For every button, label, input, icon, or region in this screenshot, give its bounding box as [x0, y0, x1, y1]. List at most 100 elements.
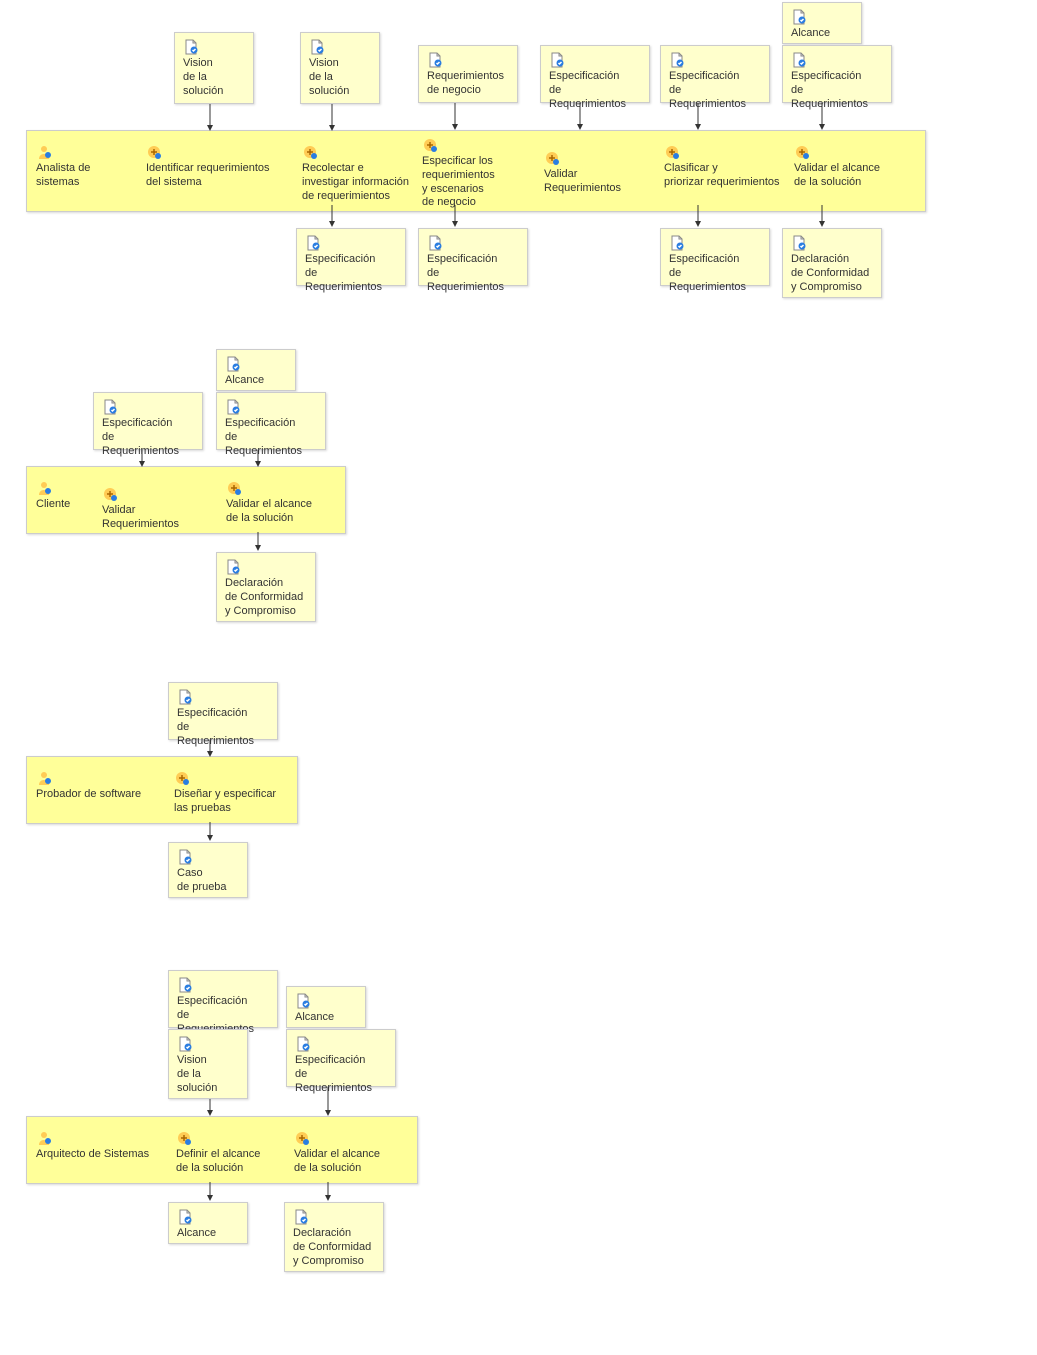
- artifact-box[interactable]: Especificaciónde Requerimientos: [216, 392, 326, 450]
- artifact-box[interactable]: Especificaciónde Requerimientos: [660, 228, 770, 286]
- artifact-box[interactable]: Alcance: [286, 986, 366, 1028]
- artifact-label: Declaraciónde Conformidady Compromiso: [225, 577, 307, 618]
- artifact-box[interactable]: Alcance: [216, 349, 296, 391]
- dependency-arrow: [445, 103, 465, 133]
- artifact-label: Casode prueba: [177, 867, 239, 895]
- role-icon: [36, 770, 52, 786]
- task-definir-alcance[interactable]: Definir el alcancede la solución: [172, 1128, 282, 1178]
- artifact-label: Alcance: [177, 1227, 239, 1241]
- artifact-icon: [177, 689, 193, 705]
- artifact-label: Especificaciónde Requerimientos: [102, 417, 194, 458]
- artifact-box[interactable]: Casode prueba: [168, 842, 248, 898]
- artifact-icon: [177, 977, 193, 993]
- role-icon: [36, 1130, 52, 1146]
- task-label: Recolectar einvestigar informaciónde req…: [302, 162, 424, 203]
- role-cliente[interactable]: Cliente: [32, 478, 92, 514]
- role-arquitecto[interactable]: Arquitecto de Sistemas: [32, 1128, 162, 1164]
- artifact-icon: [791, 52, 807, 68]
- artifact-icon: [549, 52, 565, 68]
- artifact-box[interactable]: Especificaciónde Requerimientos: [296, 228, 406, 286]
- artifact-icon: [102, 399, 118, 415]
- artifact-label: Alcance: [295, 1011, 357, 1025]
- artifact-box[interactable]: Especificaciónde Requerimientos: [660, 45, 770, 103]
- artifact-box[interactable]: Visionde lasolución: [174, 32, 254, 104]
- task-validar-alcance-cliente[interactable]: Validar el alcancede la solución: [222, 478, 332, 528]
- role-probador[interactable]: Probador de software: [32, 768, 150, 804]
- task-disenar-pruebas[interactable]: Diseñar y especificarlas pruebas: [170, 768, 290, 818]
- role-label: Cliente: [36, 498, 88, 512]
- artifact-box[interactable]: Declaraciónde Conformidady Compromiso: [782, 228, 882, 298]
- task-label: Validar el alcancede la solución: [226, 498, 328, 526]
- artifact-label: Alcance: [791, 27, 853, 41]
- artifact-label: Alcance: [225, 374, 287, 388]
- task-validar-req-cliente[interactable]: Validar Requerimientos: [98, 484, 218, 534]
- task-label: Validar el alcancede la solución: [294, 1148, 396, 1176]
- artifact-icon: [295, 1036, 311, 1052]
- artifact-icon: [791, 235, 807, 251]
- task-icon: [422, 137, 438, 153]
- task-icon: [294, 1130, 310, 1146]
- artifact-icon: [183, 39, 199, 55]
- task-icon: [794, 144, 810, 160]
- task-especificar-escenarios[interactable]: Especificar losrequerimientosy escenario…: [418, 135, 528, 212]
- diagram-canvas: Visionde lasolución Visionde lasolución …: [0, 0, 1037, 1355]
- task-icon: [226, 480, 242, 496]
- task-recolectar[interactable]: Recolectar einvestigar informaciónde req…: [298, 142, 428, 205]
- artifact-label: Especificaciónde Requerimientos: [295, 1054, 387, 1095]
- artifact-icon: [309, 39, 325, 55]
- artifact-icon: [177, 1209, 193, 1225]
- artifact-box[interactable]: Declaraciónde Conformidady Compromiso: [284, 1202, 384, 1272]
- artifact-box[interactable]: Visionde lasolución: [300, 32, 380, 104]
- role-analista[interactable]: Analista de sistemas: [32, 142, 132, 192]
- artifact-icon: [295, 993, 311, 1009]
- artifact-box[interactable]: Declaraciónde Conformidady Compromiso: [216, 552, 316, 622]
- artifact-label: Visionde lasolución: [177, 1054, 239, 1095]
- task-label: Validar Requerimientos: [102, 504, 214, 532]
- dependency-arrow: [200, 1182, 220, 1204]
- artifact-box[interactable]: Especificaciónde Requerimientos: [168, 970, 278, 1028]
- artifact-box[interactable]: Especificaciónde Requerimientos: [286, 1029, 396, 1087]
- task-label: Diseñar y especificarlas pruebas: [174, 788, 286, 816]
- artifact-label: Especificaciónde Requerimientos: [791, 70, 883, 111]
- artifact-label: Requerimientosde negocio: [427, 70, 509, 98]
- artifact-box[interactable]: Especificaciónde Requerimientos: [418, 228, 528, 286]
- artifact-box[interactable]: Alcance: [782, 2, 862, 44]
- task-validar-alcance[interactable]: Validar el alcancede la solución: [790, 142, 900, 192]
- artifact-box[interactable]: Especificaciónde Requerimientos: [93, 392, 203, 450]
- role-label: Probador de software: [36, 788, 146, 802]
- artifact-icon: [427, 235, 443, 251]
- artifact-label: Especificaciónde Requerimientos: [305, 253, 397, 294]
- artifact-label: Especificaciónde Requerimientos: [225, 417, 317, 458]
- artifact-icon: [791, 9, 807, 25]
- task-label: Definir el alcancede la solución: [176, 1148, 278, 1176]
- artifact-box[interactable]: Alcance: [168, 1202, 248, 1244]
- artifact-label: Declaraciónde Conformidady Compromiso: [293, 1227, 375, 1268]
- role-label: Arquitecto de Sistemas: [36, 1148, 158, 1162]
- task-label: Validar el alcancede la solución: [794, 162, 896, 190]
- dependency-arrow: [248, 532, 268, 554]
- artifact-label: Visionde lasolución: [183, 57, 245, 98]
- task-label: Identificar requerimientosdel sistema: [146, 162, 278, 190]
- artifact-label: Especificaciónde Requerimientos: [669, 70, 761, 111]
- artifact-box[interactable]: Especificaciónde Requerimientos: [168, 682, 278, 740]
- artifact-label: Especificaciónde Requerimientos: [549, 70, 641, 111]
- task-icon: [174, 770, 190, 786]
- task-label: Validar Requerimientos: [544, 168, 656, 196]
- task-icon: [146, 144, 162, 160]
- artifact-label: Especificaciónde Requerimientos: [177, 707, 269, 748]
- artifact-box[interactable]: Requerimientosde negocio: [418, 45, 518, 103]
- artifact-box[interactable]: Especificaciónde Requerimientos: [782, 45, 892, 103]
- artifact-box[interactable]: Especificaciónde Requerimientos: [540, 45, 650, 103]
- role-icon: [36, 144, 52, 160]
- artifact-icon: [669, 52, 685, 68]
- task-identificar-req[interactable]: Identificar requerimientosdel sistema: [142, 142, 282, 192]
- artifact-icon: [177, 1036, 193, 1052]
- artifact-label: Especificaciónde Requerimientos: [427, 253, 519, 294]
- artifact-label: Declaraciónde Conformidady Compromiso: [791, 253, 873, 294]
- task-clasificar[interactable]: Clasificar ypriorizar requerimientos: [660, 142, 790, 192]
- artifact-box[interactable]: Visionde lasolución: [168, 1029, 248, 1099]
- artifact-icon: [225, 399, 241, 415]
- task-validar-alcance-arq[interactable]: Validar el alcancede la solución: [290, 1128, 400, 1178]
- task-validar-req[interactable]: Validar Requerimientos: [540, 148, 660, 198]
- artifact-icon: [427, 52, 443, 68]
